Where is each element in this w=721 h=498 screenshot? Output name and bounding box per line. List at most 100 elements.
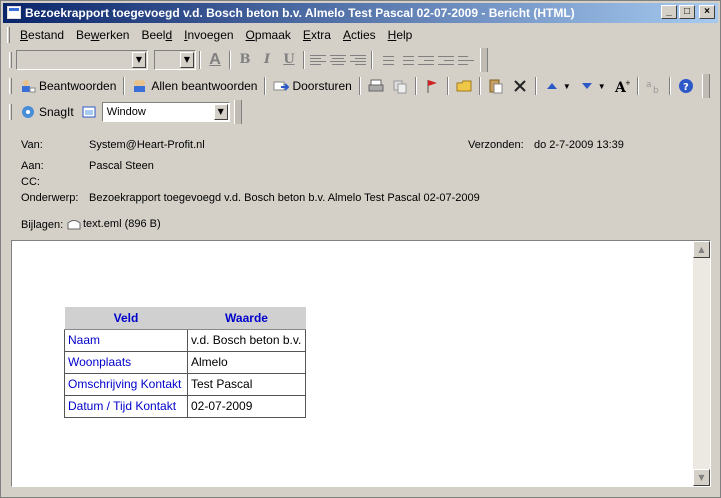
window-controls: _ □ × xyxy=(661,5,715,19)
chevron-down-icon[interactable]: ▼ xyxy=(213,104,228,120)
forward-button[interactable]: Doorsturen xyxy=(269,75,355,97)
delete-icon xyxy=(512,78,528,94)
capture-icon xyxy=(82,104,98,120)
toolbar-separator xyxy=(358,77,361,95)
attachment-item[interactable]: text.eml (896 B) xyxy=(67,218,161,230)
subject-value: Bezoekrapport toegevoegd v.d. Bosch beto… xyxy=(89,192,480,204)
table-header-row: Veld Waarde xyxy=(64,307,306,330)
toolbar-grip[interactable] xyxy=(9,52,12,68)
move-to-folder-button[interactable] xyxy=(388,75,412,97)
menu-opmaak[interactable]: Opmaak xyxy=(240,25,297,45)
field-value: Almelo xyxy=(187,351,306,374)
delete-button[interactable] xyxy=(508,75,532,97)
font-size-button[interactable]: A + xyxy=(610,75,634,97)
toolbar-separator xyxy=(303,51,305,69)
toolbar-separator xyxy=(123,77,126,95)
decrease-indent-icon[interactable] xyxy=(416,52,436,68)
close-button[interactable]: × xyxy=(699,5,715,19)
field-label: Naam xyxy=(64,329,188,352)
scroll-down-button[interactable]: ▼ xyxy=(693,469,710,486)
menu-invoegen[interactable]: Invoegen xyxy=(178,25,239,45)
chevron-down-icon[interactable]: ▼ xyxy=(598,82,606,91)
toolbar-options-button[interactable] xyxy=(480,48,488,72)
scroll-up-button[interactable]: ▲ xyxy=(693,241,710,258)
toolbar-grip[interactable] xyxy=(9,78,12,94)
translate-button[interactable]: ab xyxy=(642,75,666,97)
capture-mode-combo[interactable]: Window ▼ xyxy=(101,102,230,122)
envelope-icon xyxy=(67,218,81,230)
reply-icon xyxy=(20,78,36,94)
underline-button[interactable]: U xyxy=(278,50,300,70)
align-center-icon[interactable] xyxy=(328,52,348,68)
menu-bestand[interactable]: Bestand xyxy=(14,25,70,45)
horizontal-line-icon[interactable] xyxy=(456,52,476,68)
field-value: 02-07-2009 xyxy=(187,395,306,418)
message-header: Van: System@Heart-Profit.nl Verzonden: d… xyxy=(5,127,718,237)
message-icon xyxy=(7,6,21,19)
bold-button[interactable]: B xyxy=(234,50,256,70)
snagit-button[interactable]: SnagIt xyxy=(16,101,78,123)
toolbar-options-button[interactable] xyxy=(701,74,710,98)
table-row: Naam v.d. Bosch beton b.v. xyxy=(64,329,306,352)
align-left-icon[interactable] xyxy=(308,52,328,68)
align-right-icon[interactable] xyxy=(348,52,368,68)
snagit-capture-button[interactable] xyxy=(78,101,102,123)
chevron-down-icon[interactable]: ▼ xyxy=(132,52,146,68)
svg-text:?: ? xyxy=(683,82,689,93)
table-row: Omschrijving Kontakt Test Pascal xyxy=(64,373,306,396)
font-size-combo[interactable]: ▼ xyxy=(154,50,196,70)
message-window: Bezoekrapport toegevoegd v.d. Bosch beto… xyxy=(0,0,721,498)
toolbar-separator xyxy=(371,51,373,69)
toolbar-separator xyxy=(446,77,449,95)
maximize-button[interactable]: □ xyxy=(679,5,695,19)
reply-button[interactable]: Beantwoorden xyxy=(16,75,120,97)
menubar-grip[interactable] xyxy=(7,27,10,43)
font-size-icon: A + xyxy=(614,78,631,96)
toolbar-separator xyxy=(414,77,417,95)
open-folder-button[interactable] xyxy=(452,75,476,97)
numbered-list-icon[interactable] xyxy=(396,52,416,68)
chevron-down-icon[interactable]: ▼ xyxy=(563,82,571,91)
reply-all-button[interactable]: Allen beantwoorden xyxy=(128,75,261,97)
reply-all-icon xyxy=(132,78,148,94)
title-bar[interactable]: Bezoekrapport toegevoegd v.d. Bosch beto… xyxy=(3,3,718,23)
svg-text:+: + xyxy=(625,79,630,87)
increase-indent-icon[interactable] xyxy=(436,52,456,68)
chevron-down-icon[interactable]: ▼ xyxy=(180,52,194,68)
font-name-combo[interactable]: ▼ xyxy=(16,50,148,70)
menu-bar: Bestand Bewerken Beeld Invoegen Opmaak E… xyxy=(3,25,718,45)
vertical-scrollbar[interactable]: ▲ ▼ xyxy=(693,241,710,486)
follow-up-button[interactable] xyxy=(420,75,444,97)
message-body[interactable]: Veld Waarde Naam v.d. Bosch beton b.v. W… xyxy=(11,240,711,487)
minimize-button[interactable]: _ xyxy=(661,5,677,19)
menu-beeld[interactable]: Beeld xyxy=(135,25,178,45)
menu-extra[interactable]: Extra xyxy=(297,25,337,45)
bullet-list-icon[interactable] xyxy=(376,52,396,68)
menu-help[interactable]: Help xyxy=(382,25,419,45)
toolbar-separator xyxy=(199,51,201,69)
field-value: Test Pascal xyxy=(187,373,306,396)
subject-label: Onderwerp: xyxy=(21,192,79,204)
folder-icon xyxy=(456,78,472,94)
from-value[interactable]: System@Heart-Profit.nl xyxy=(89,139,205,151)
field-label: Woonplaats xyxy=(64,351,188,374)
paste-icon xyxy=(488,78,504,94)
toolbar-separator xyxy=(534,77,537,95)
forward-icon xyxy=(273,78,290,94)
toolbar-grip[interactable] xyxy=(9,104,12,120)
font-color-button[interactable]: A xyxy=(204,50,226,70)
menu-bewerken[interactable]: Bewerken xyxy=(70,25,135,45)
help-icon: ? xyxy=(678,78,694,94)
save-attachments-button[interactable] xyxy=(484,75,508,97)
svg-text:a: a xyxy=(646,80,652,90)
copy-icon xyxy=(392,78,408,94)
italic-button[interactable]: I xyxy=(256,50,278,70)
help-button[interactable]: ? xyxy=(674,75,698,97)
next-item-button[interactable]: ▼ xyxy=(575,75,610,97)
attachments-label: Bijlagen: xyxy=(21,219,64,231)
print-button[interactable] xyxy=(364,75,388,97)
toolbar-options-button[interactable] xyxy=(233,100,242,124)
previous-item-button[interactable]: ▼ xyxy=(540,75,575,97)
menu-acties[interactable]: Acties xyxy=(337,25,382,45)
to-value[interactable]: Pascal Steen xyxy=(89,160,154,172)
